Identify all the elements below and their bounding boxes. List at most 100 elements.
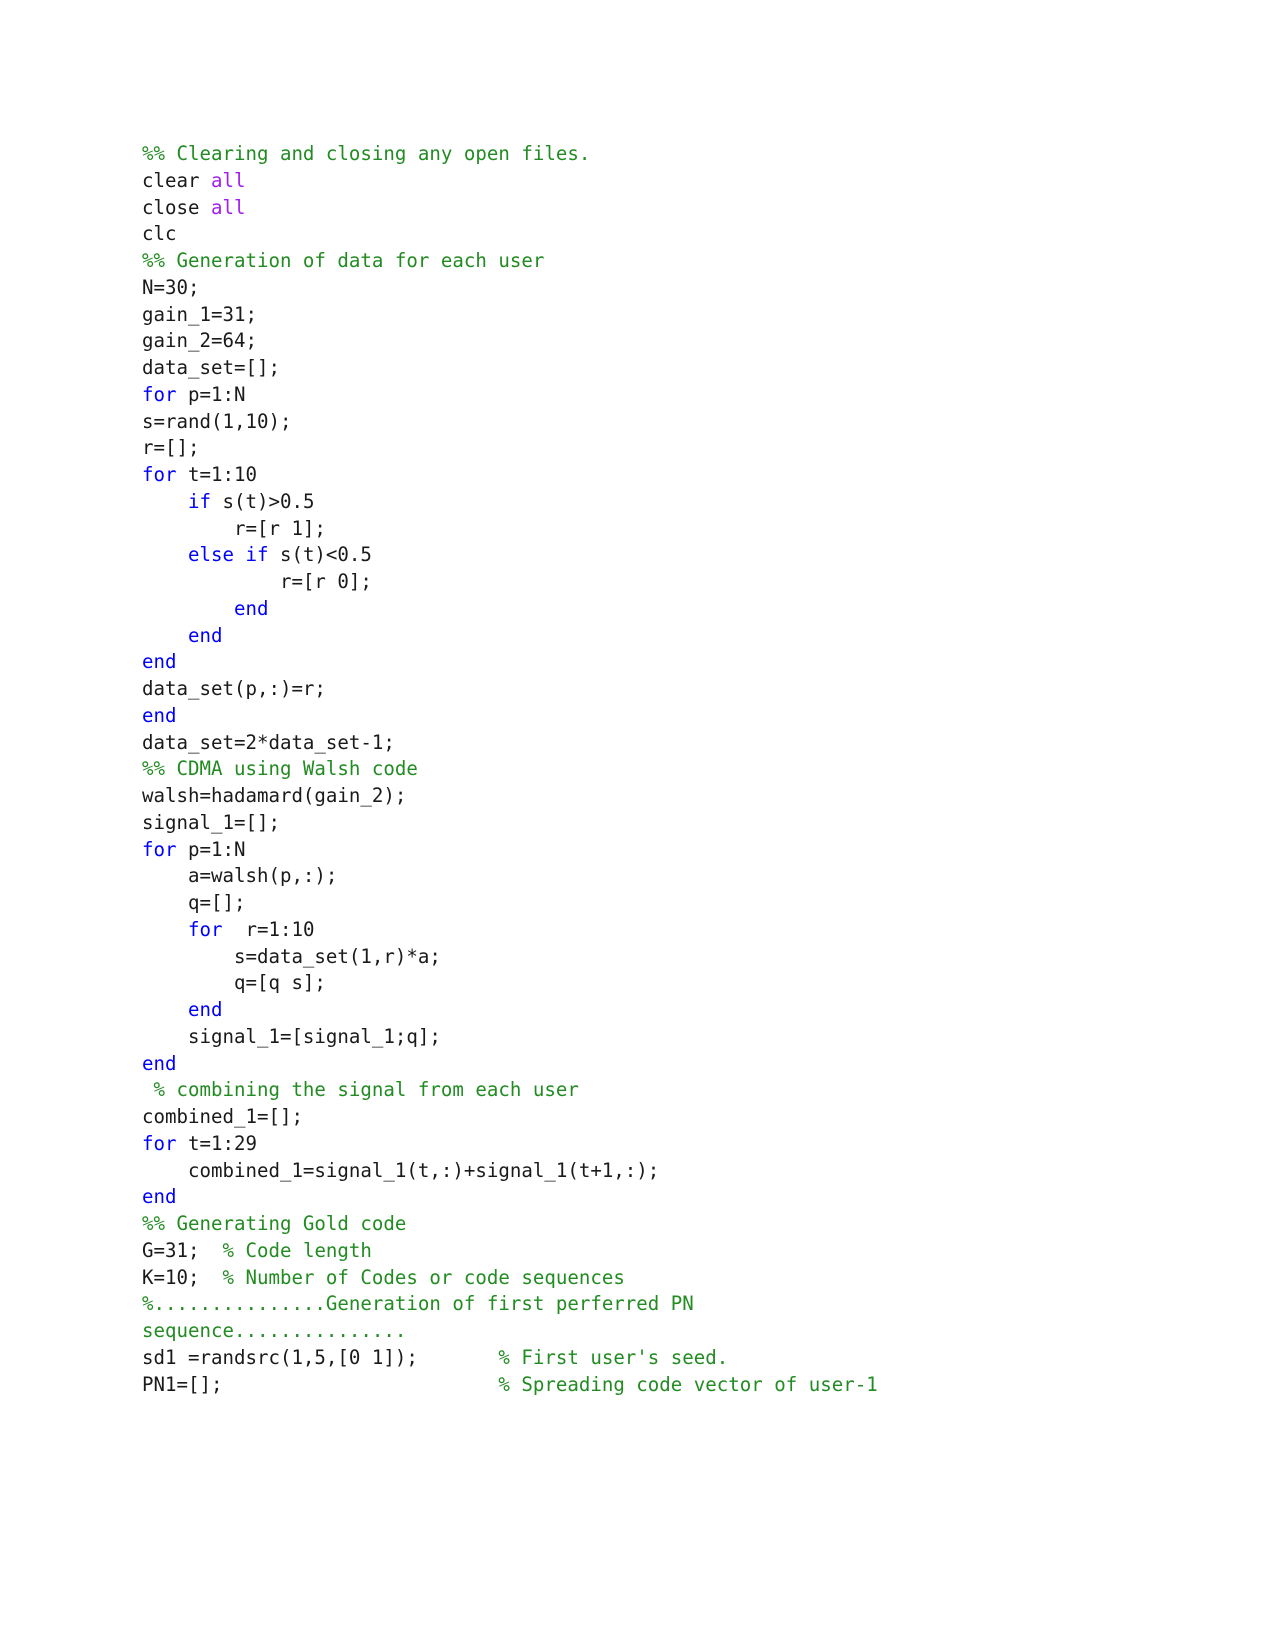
code-line: %% Generation of data for each user (142, 248, 1142, 275)
code-line: walsh=hadamard(gain_2); (142, 783, 1142, 810)
code-line: data_set(p,:)=r; (142, 676, 1142, 703)
code-token-plain: data_set=[]; (142, 356, 280, 379)
code-token-keyword: end (187, 623, 223, 647)
code-line: end (142, 649, 1142, 676)
code-token-keyword: for (187, 917, 223, 941)
code-token-keyword: end (187, 998, 223, 1021)
code-line: a=walsh(p,:); (142, 863, 1142, 890)
code-line: s=rand(1,10); (142, 409, 1142, 436)
code-line: data_set=2*data_set-1; (142, 730, 1142, 757)
code-token-keyword: for (142, 1131, 177, 1155)
code-token-plain: combined_1=signal_1(t,:)+signal_1(t+1,:)… (142, 1158, 660, 1182)
code-token-plain: r=[r 1]; (142, 516, 326, 540)
code-line: combined_1=signal_1(t,:)+signal_1(t+1,:)… (142, 1158, 1142, 1185)
code-token-plain: s=rand(1,10); (142, 409, 292, 433)
code-token-comment: % Code length (199, 1238, 372, 1262)
code-line: r=[]; (142, 435, 1142, 462)
code-token-plain: s(t)<0.5 (268, 543, 372, 567)
code-line: sd1 =randsrc(1,5,[0 1]); % First user's … (142, 1345, 1142, 1372)
code-token-plain: q=[q s]; (142, 971, 326, 995)
code-token-plain: s(t)>0.5 (210, 489, 315, 513)
code-token-keyword: end (142, 703, 177, 727)
code-token-plain: a=walsh(p,:); (142, 864, 338, 888)
code-line: end (142, 623, 1142, 650)
code-token-plain: signal_1=[]; (142, 810, 280, 834)
code-token-plain: K=10; (142, 1265, 200, 1289)
code-line: %% CDMA using Walsh code (142, 756, 1142, 783)
code-line: close all (142, 195, 1142, 222)
code-token-plain: r=[]; (142, 436, 200, 460)
code-line: end (142, 1184, 1142, 1211)
code-token-plain: walsh=hadamard(gain_2); (142, 784, 407, 807)
code-token-comment: %% CDMA using Walsh code (142, 757, 418, 781)
code-token-special: all (210, 195, 246, 219)
code-token-plain: r=[r 0]; (142, 570, 372, 593)
code-token-plain: r=1:10 (222, 917, 315, 941)
code-line: s=data_set(1,r)*a; (142, 944, 1142, 971)
code-token-comment: %% Generation of data for each user (142, 249, 545, 272)
code-line: signal_1=[]; (142, 810, 1142, 837)
code-line: end (142, 596, 1142, 623)
code-token-comment: % First user's seed. (417, 1345, 729, 1369)
code-line: end (142, 997, 1142, 1024)
code-line: gain_1=31; (142, 302, 1142, 329)
code-token-plain: p=1:N (176, 837, 246, 861)
code-token-keyword: else if (187, 543, 269, 567)
code-token-comment: %...............Generation of first perf… (142, 1292, 694, 1316)
code-token-plain: clear (142, 168, 211, 192)
code-token-comment: % Spreading code vector of user-1 (222, 1372, 878, 1396)
code-token-keyword: for (142, 837, 177, 861)
code-line: for t=1:10 (142, 462, 1142, 489)
code-token-keyword: end (233, 596, 269, 620)
code-token-plain: N=30; (142, 275, 200, 299)
code-line: for t=1:29 (142, 1131, 1142, 1158)
code-line: q=[q s]; (142, 970, 1142, 997)
code-line: if s(t)>0.5 (142, 489, 1142, 516)
code-token-keyword: for (142, 463, 177, 486)
code-line: K=10; % Number of Codes or code sequence… (142, 1265, 1142, 1292)
code-token-plain: gain_2=64; (142, 329, 257, 353)
code-token-plain: G=31; (142, 1238, 200, 1262)
code-token-plain: data_set(p,:)=r; (142, 677, 326, 700)
code-token-comment: sequence............... (142, 1319, 407, 1342)
code-token-plain: clc (142, 222, 177, 246)
code-line: %% Generating Gold code (142, 1211, 1142, 1238)
code-token-keyword: end (142, 1185, 177, 1209)
code-token-plain: p=1:N (176, 382, 246, 406)
code-token-comment: % combining the signal from each user (142, 1078, 579, 1102)
code-token-plain: gain_1=31; (142, 302, 257, 326)
code-line: clear all (142, 168, 1142, 195)
code-token-plain: t=1:10 (176, 463, 257, 486)
code-token-comment: %% Generating Gold code (142, 1212, 407, 1235)
code-token-keyword: end (142, 1051, 177, 1075)
code-token-plain: combined_1=[]; (142, 1105, 303, 1128)
code-line: PN1=[]; % Spreading code vector of user-… (142, 1372, 1142, 1399)
code-line: else if s(t)<0.5 (142, 542, 1142, 569)
code-line: end (142, 1051, 1142, 1078)
code-token-plain: t=1:29 (176, 1131, 257, 1155)
code-token-plain: close (142, 195, 211, 219)
code-line: combined_1=[]; (142, 1104, 1142, 1131)
code-token-keyword: end (142, 650, 177, 674)
code-line: sequence............... (142, 1318, 1142, 1345)
page-canvas: %% Clearing and closing any open files. c… (0, 0, 1275, 1650)
code-line: for r=1:10 (142, 917, 1142, 944)
code-token-comment: % Number of Codes or code sequences (199, 1265, 625, 1289)
code-token-plain: data_set=2*data_set-1; (142, 730, 395, 754)
code-token-keyword: if (187, 489, 211, 513)
code-line: %...............Generation of first perf… (142, 1291, 1142, 1318)
code-line: for p=1:N (142, 382, 1142, 409)
code-line: G=31; % Code length (142, 1238, 1142, 1265)
code-token-plain: signal_1=[signal_1;q]; (142, 1024, 441, 1048)
code-line: q=[]; (142, 890, 1142, 917)
code-token-plain: sd1 =randsrc(1,5,[0 1]); (142, 1345, 418, 1369)
code-line: signal_1=[signal_1;q]; (142, 1024, 1142, 1051)
code-line: end (142, 703, 1142, 730)
code-token-keyword: for (142, 382, 177, 406)
code-token-plain: PN1=[]; (142, 1372, 223, 1396)
